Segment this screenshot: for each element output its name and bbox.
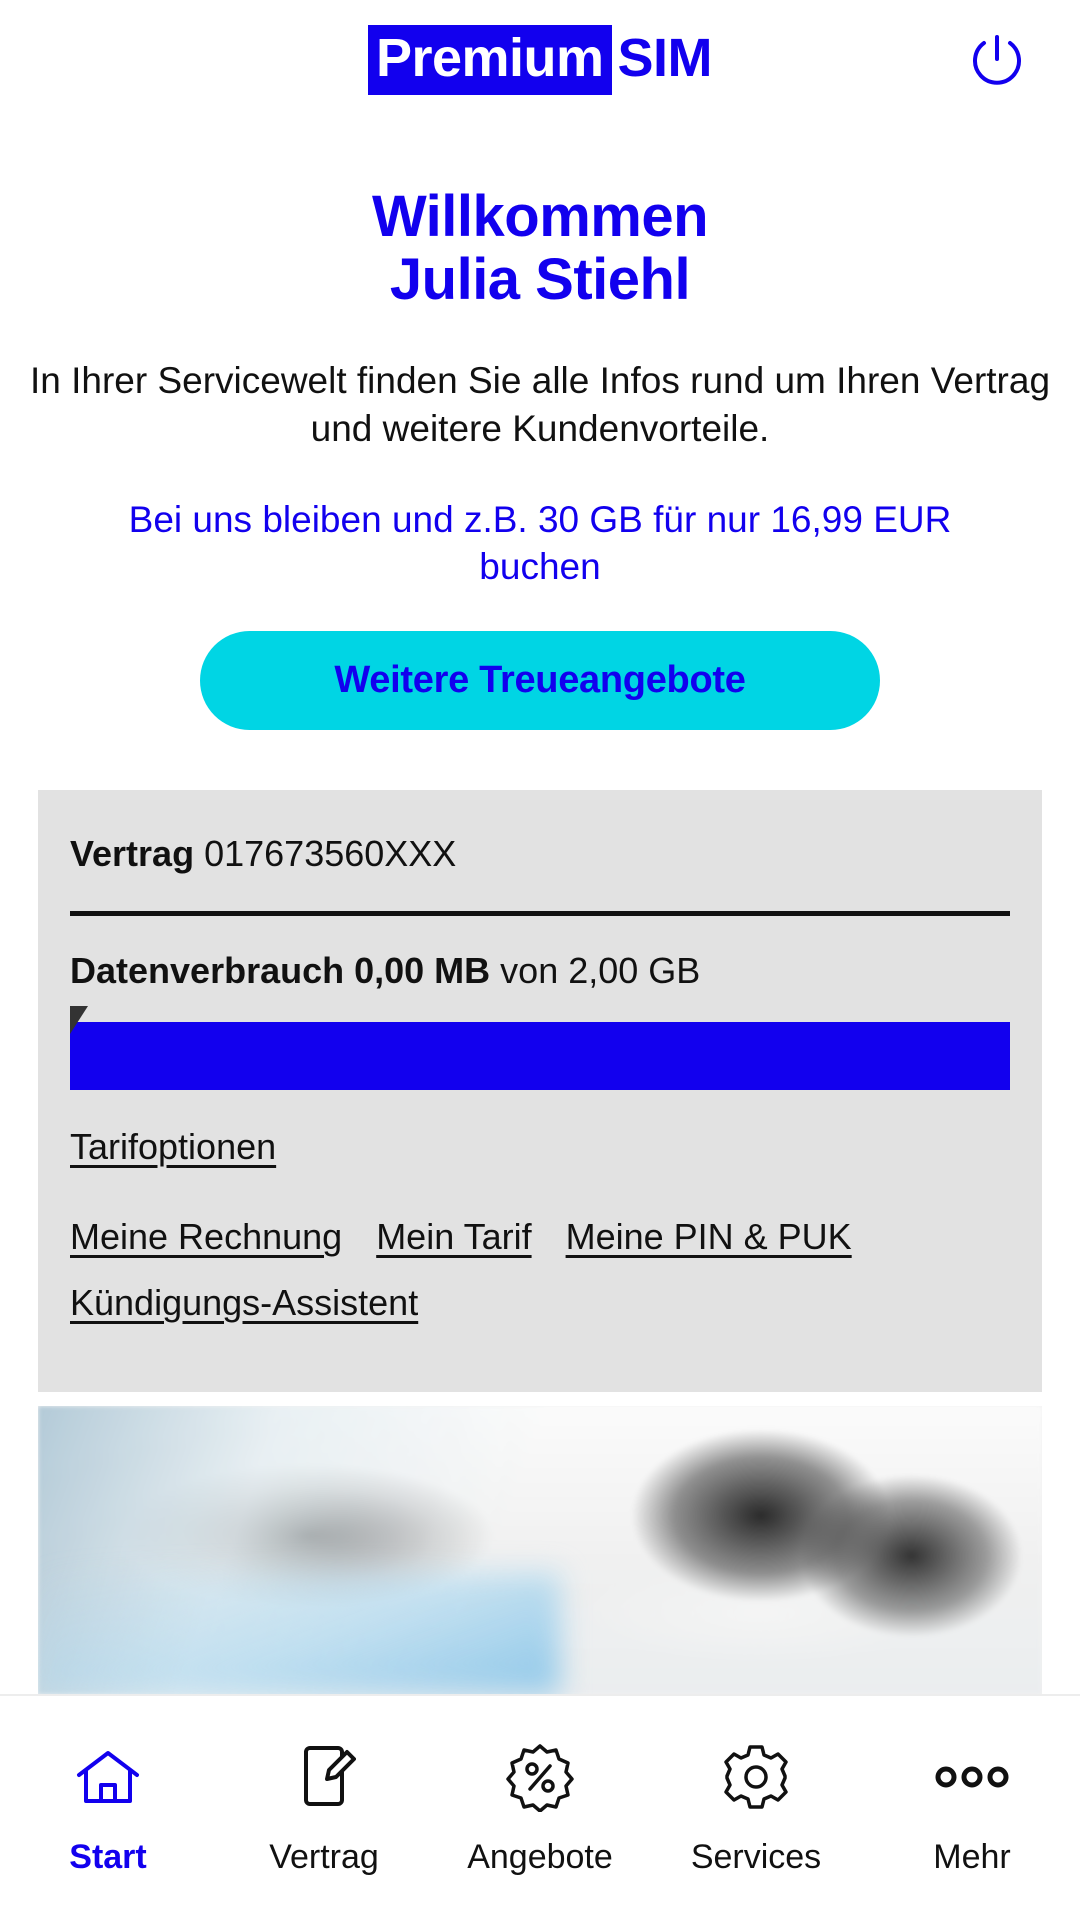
welcome-line-1: Willkommen <box>371 184 709 249</box>
promo-text: Bei uns bleiben und z.B. 30 GB für nur 1… <box>128 498 952 588</box>
banner-gradient-overlay <box>38 1573 561 1694</box>
link-mein-tarif[interactable]: Mein Tarif <box>376 1216 531 1258</box>
nav-item-vertrag[interactable]: Vertrag <box>216 1696 432 1920</box>
nav-item-start[interactable]: Start <box>0 1696 216 1920</box>
nav-label-mehr: Mehr <box>933 1837 1011 1876</box>
data-usage-progress-marker <box>70 1005 88 1034</box>
contract-number: 017673560XXX <box>204 832 457 874</box>
link-kuendigungs-assistent[interactable]: Kündigungs-Assistent <box>70 1282 418 1324</box>
nav-item-angebote[interactable]: Angebote <box>432 1696 648 1920</box>
contract-card: Vertrag 017673560XXX Datenverbrauch 0,00… <box>38 789 1042 1392</box>
card-links-row-3: Kündigungs-Assistent <box>70 1282 1010 1348</box>
app-header: Premium SIM <box>0 0 1080 120</box>
nav-label-start: Start <box>69 1837 147 1876</box>
data-usage-label: Datenverbrauch 0,00 MB <box>70 949 491 991</box>
power-icon[interactable] <box>962 26 1032 96</box>
data-usage-progressbar <box>70 1005 1010 1090</box>
card-divider <box>70 910 1010 916</box>
contract-label: Vertrag <box>70 832 195 874</box>
intro-text: In Ihrer Servicewelt finden Sie alle Inf… <box>29 360 1051 449</box>
card-links-row-1: Tarifoptionen <box>70 1126 1010 1192</box>
nav-label-services: Services <box>690 1837 822 1876</box>
brand-logo-sim: SIM <box>617 28 713 88</box>
page-title: Willkommen Julia Stiehl <box>0 184 1080 312</box>
loyalty-offers-button[interactable]: Weitere Treueangebote <box>200 630 880 730</box>
brand-logo[interactable]: Premium SIM <box>367 25 713 95</box>
data-usage-progress-fill <box>70 1021 1010 1090</box>
data-usage-total: von 2,00 GB <box>500 949 701 991</box>
welcome-line-2: Julia Stiehl <box>389 246 691 312</box>
nav-item-mehr[interactable]: Mehr <box>864 1696 1080 1920</box>
promo-banner-image[interactable] <box>38 1405 1042 1694</box>
nav-item-services[interactable]: Services <box>648 1696 864 1920</box>
home-icon <box>73 1740 143 1814</box>
nav-label-angebote: Angebote <box>467 1837 613 1876</box>
link-tarifoptionen[interactable]: Tarifoptionen <box>70 1126 276 1168</box>
main-content: Willkommen Julia Stiehl In Ihrer Service… <box>0 120 1080 1694</box>
cta-container: Weitere Treueangebote <box>0 630 1080 730</box>
document-edit-icon <box>292 1740 356 1814</box>
brand-logo-premium: Premium <box>367 25 612 95</box>
app-screen: Premium SIM Willkommen Julia Stiehl In I… <box>0 0 1080 1920</box>
link-meine-pin-puk[interactable]: Meine PIN & PUK <box>566 1216 852 1258</box>
percent-badge-icon <box>505 1740 575 1814</box>
contract-row: Vertrag 017673560XXX <box>70 832 1010 875</box>
more-dots-icon <box>932 1740 1012 1814</box>
gear-icon <box>721 1740 791 1814</box>
nav-label-vertrag: Vertrag <box>269 1837 379 1876</box>
data-usage-row: Datenverbrauch 0,00 MB von 2,00 GB <box>70 950 1010 992</box>
card-links-row-2: Meine Rechnung Mein Tarif Meine PIN & PU… <box>70 1216 1010 1282</box>
link-meine-rechnung[interactable]: Meine Rechnung <box>70 1216 342 1258</box>
bottom-navigation: Start Vertrag Angebote Services Mehr <box>0 1694 1080 1920</box>
